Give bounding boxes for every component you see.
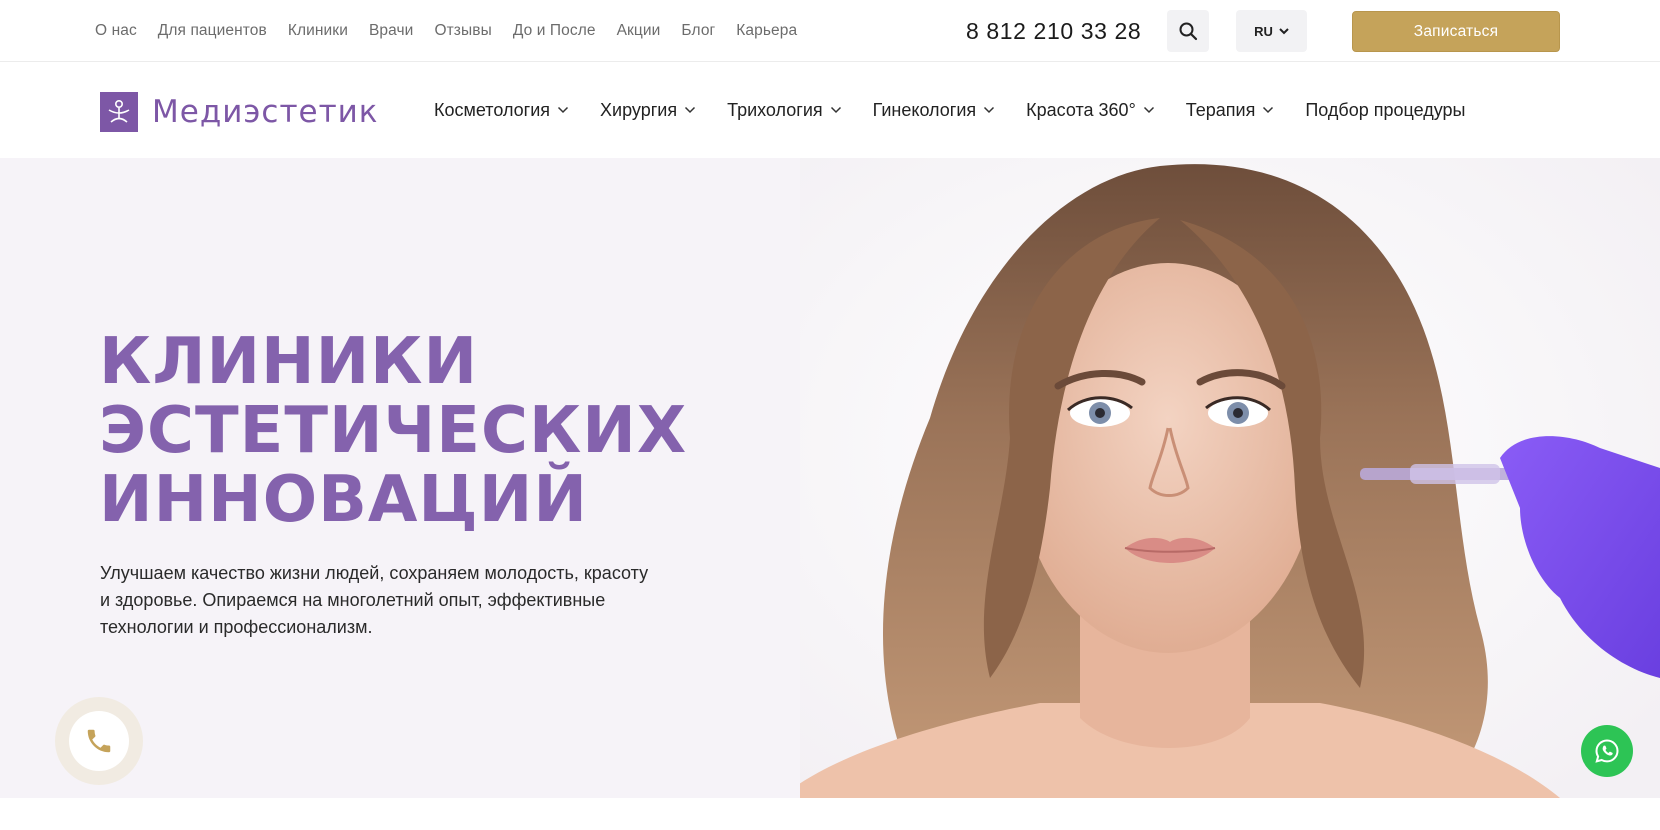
nav-item-trichology[interactable]: Трихология xyxy=(727,100,842,121)
chevron-down-icon xyxy=(685,106,696,114)
chevron-down-icon xyxy=(984,106,995,114)
phone-number[interactable]: 8 812 210 33 28 xyxy=(966,14,1141,48)
search-icon xyxy=(1179,22,1198,41)
nav-item-label: Гинекология xyxy=(872,99,977,120)
brand-name: Медиэстетик xyxy=(152,94,379,130)
search-button[interactable] xyxy=(1167,10,1209,52)
main-nav-bar: Медиэстетик Косметология Хирургия Трихол… xyxy=(0,62,1660,158)
chevron-down-icon xyxy=(1263,106,1274,114)
whatsapp-icon xyxy=(1595,739,1619,763)
chevron-down-icon xyxy=(1143,106,1154,114)
callback-button-inner xyxy=(69,711,129,771)
nav-item-label: Красота 360° xyxy=(1026,99,1136,120)
nav-item-label: Хирургия xyxy=(600,99,678,120)
top-link-doctors[interactable]: Врачи xyxy=(369,22,413,40)
chevron-down-icon xyxy=(830,106,841,114)
hero-subtitle: Улучшаем качество жизни людей, сохраняем… xyxy=(100,563,649,637)
book-appointment-button[interactable]: Записаться xyxy=(1352,11,1560,52)
top-bar: О нас Для пациентов Клиники Врачи Отзывы… xyxy=(0,0,1660,62)
nav-item-therapy[interactable]: Терапия xyxy=(1186,100,1275,121)
language-selector[interactable]: RU xyxy=(1236,10,1307,52)
hero-title-line: ЭСТЕТИЧЕСКИХ xyxy=(99,394,688,468)
nav-item-beauty-360[interactable]: Красота 360° xyxy=(1026,100,1155,121)
logo[interactable]: Медиэстетик xyxy=(100,92,379,132)
language-label: RU xyxy=(1254,23,1273,39)
top-link-career[interactable]: Карьера xyxy=(736,22,797,40)
nav-item-gynecology[interactable]: Гинекология xyxy=(873,100,996,121)
hero-title-line: ИННОВАЦИЙ xyxy=(99,463,588,537)
hero-title: КЛИНИКИ ЭСТЕТИЧЕСКИХ ИННОВАЦИЙ xyxy=(99,328,687,535)
nav-item-cosmetology[interactable]: Косметология xyxy=(434,100,569,121)
nav-item-procedure-selection[interactable]: Подбор процедуры xyxy=(1305,100,1465,121)
top-links: О нас Для пациентов Клиники Врачи Отзывы… xyxy=(95,0,797,62)
hero-portrait-image xyxy=(800,158,1660,798)
nav-item-label: Подбор процедуры xyxy=(1305,99,1466,120)
chevron-down-icon xyxy=(558,106,569,114)
top-link-before-after[interactable]: До и После xyxy=(513,22,596,40)
nav-item-label: Косметология xyxy=(434,99,551,120)
top-link-blog[interactable]: Блог xyxy=(681,22,715,40)
logo-icon xyxy=(100,92,138,132)
nav-item-surgery[interactable]: Хирургия xyxy=(600,100,696,121)
top-link-promotions[interactable]: Акции xyxy=(617,22,661,40)
nav-item-label: Терапия xyxy=(1185,99,1256,120)
hero-title-line: КЛИНИКИ xyxy=(99,325,479,399)
top-link-clinics[interactable]: Клиники xyxy=(288,22,348,40)
top-link-patients[interactable]: Для пациентов xyxy=(158,22,267,40)
nav-item-label: Трихология xyxy=(727,99,823,120)
main-nav: Косметология Хирургия Трихология Гинекол… xyxy=(434,62,1465,158)
callback-button[interactable] xyxy=(55,697,143,785)
top-link-reviews[interactable]: Отзывы xyxy=(434,22,491,40)
chevron-down-icon xyxy=(1279,27,1289,34)
whatsapp-button[interactable] xyxy=(1581,725,1633,777)
hero-section: КЛИНИКИ ЭСТЕТИЧЕСКИХ ИННОВАЦИЙ Улучшаем … xyxy=(0,158,1660,798)
phone-icon xyxy=(87,729,111,753)
top-link-about[interactable]: О нас xyxy=(95,22,137,40)
